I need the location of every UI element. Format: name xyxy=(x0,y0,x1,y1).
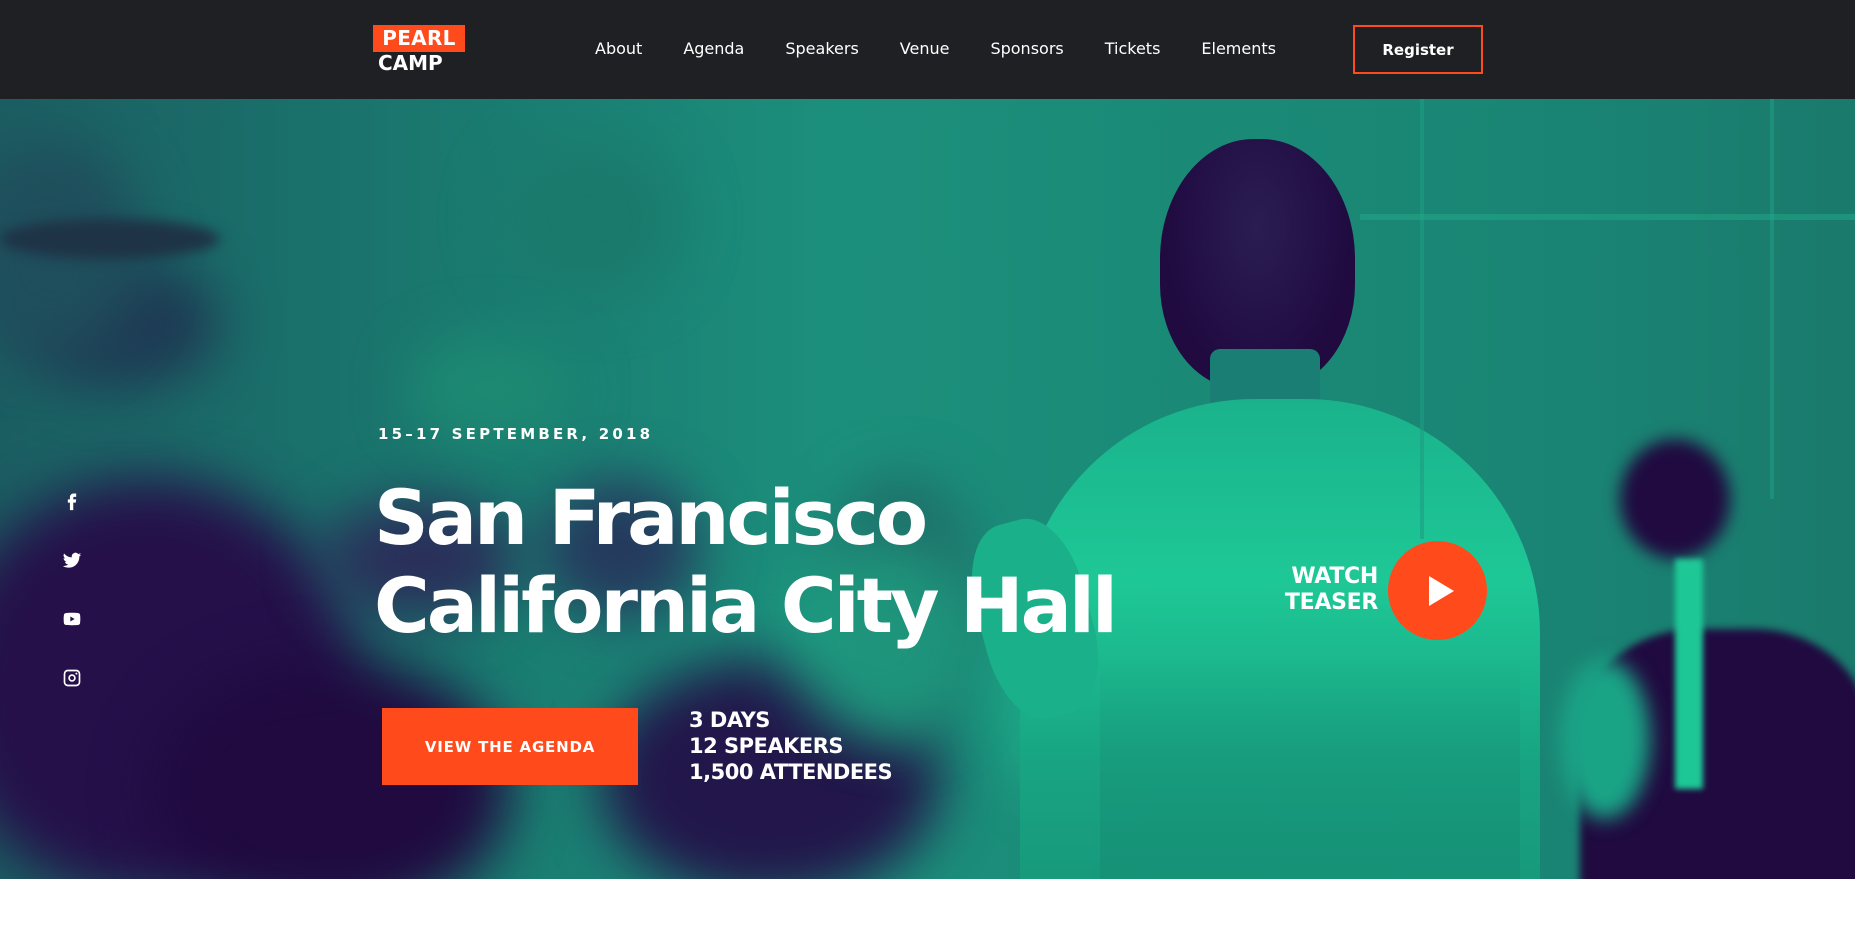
twitter-icon[interactable] xyxy=(62,550,86,574)
register-button[interactable]: Register xyxy=(1353,25,1483,74)
watch-label-line1: WATCH xyxy=(1291,564,1378,589)
nav-speakers[interactable]: Speakers xyxy=(785,38,858,60)
event-date: 15–17 SEPTEMBER, 2018 xyxy=(378,425,654,443)
instagram-icon[interactable] xyxy=(62,668,86,692)
site-header: PEARL CAMP About Agenda Speakers Venue S… xyxy=(0,0,1855,99)
nav-sponsors[interactable]: Sponsors xyxy=(990,38,1063,60)
title-line-1: San Francisco xyxy=(374,473,928,562)
social-links xyxy=(62,491,86,727)
event-stats: 3 DAYS 12 SPEAKERS 1,500 ATTENDEES xyxy=(689,707,893,785)
logo-camp: CAMP xyxy=(378,51,443,75)
logo-pearl: PEARL xyxy=(373,25,465,52)
stat-days: 3 DAYS xyxy=(689,708,770,732)
stat-attendees: 1,500 ATTENDEES xyxy=(689,760,893,784)
facebook-icon[interactable] xyxy=(62,491,86,515)
watch-label-line2: TEASER xyxy=(1284,590,1378,615)
stat-speakers: 12 SPEAKERS xyxy=(689,734,844,758)
view-agenda-button[interactable]: VIEW THE AGENDA xyxy=(382,708,638,785)
watch-teaser-label[interactable]: WATCH TEASER xyxy=(1270,564,1378,616)
title-line-2: California City Hall xyxy=(374,561,1118,650)
nav-tickets[interactable]: Tickets xyxy=(1105,38,1161,60)
hero-section: 15–17 SEPTEMBER, 2018 San Francisco Cali… xyxy=(0,99,1855,879)
nav-venue[interactable]: Venue xyxy=(900,38,950,60)
youtube-icon[interactable] xyxy=(62,609,86,633)
nav-agenda[interactable]: Agenda xyxy=(683,38,744,60)
play-icon xyxy=(1429,575,1454,606)
logo[interactable]: PEARL CAMP xyxy=(373,25,465,74)
nav-elements[interactable]: Elements xyxy=(1201,38,1276,60)
nav-about[interactable]: About xyxy=(595,38,642,60)
play-teaser-button[interactable] xyxy=(1388,541,1487,640)
main-nav: About Agenda Speakers Venue Sponsors Tic… xyxy=(595,38,1317,60)
page-title: San Francisco California City Hall xyxy=(374,473,1118,650)
